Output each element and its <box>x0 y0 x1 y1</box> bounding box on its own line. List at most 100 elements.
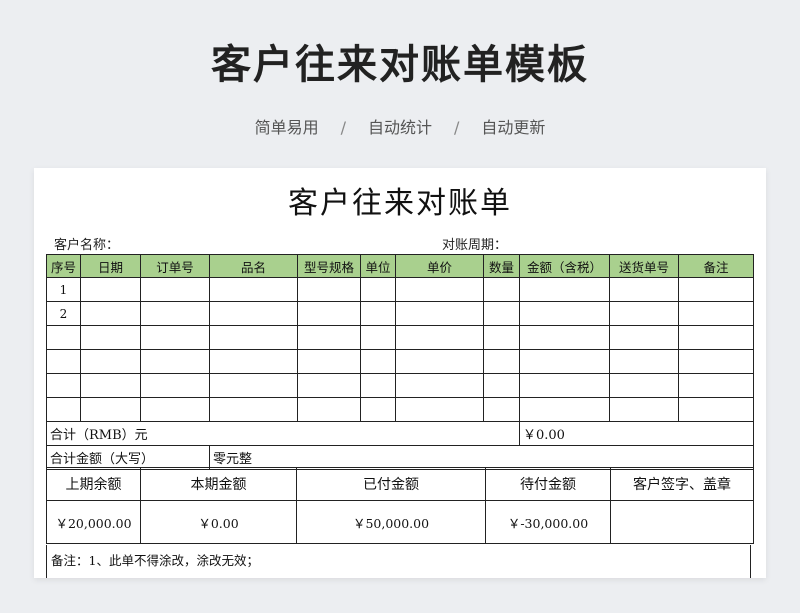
table-cell[interactable] <box>519 277 610 302</box>
table-cell[interactable] <box>80 277 141 302</box>
row-index-cell[interactable] <box>46 325 81 350</box>
table-cell[interactable] <box>678 325 754 350</box>
table-cell[interactable] <box>678 373 754 398</box>
table-cell[interactable] <box>140 325 210 350</box>
table-cell[interactable] <box>209 397 298 422</box>
customer-name-label: 客户名称： <box>54 238 120 253</box>
table-cell[interactable] <box>80 373 141 398</box>
table-cell[interactable] <box>297 301 361 326</box>
words-value[interactable]: 零元整 <box>209 445 754 470</box>
table-cell[interactable] <box>140 373 210 398</box>
current-amount-value[interactable]: ￥0.00 <box>140 500 297 544</box>
tag-separator: / <box>454 118 460 137</box>
row-index-cell[interactable] <box>46 373 81 398</box>
table-cell[interactable] <box>395 277 484 302</box>
banner-tagline: 简单易用 / 自动统计 / 自动更新 <box>0 114 800 138</box>
table-cell[interactable] <box>209 325 298 350</box>
table-cell[interactable] <box>483 397 520 422</box>
period-label: 对账周期： <box>442 238 508 253</box>
table-cell[interactable] <box>360 325 396 350</box>
table-cell[interactable] <box>519 373 610 398</box>
customer-signature-cell[interactable] <box>610 500 754 544</box>
table-cell[interactable] <box>140 349 210 374</box>
table-cell[interactable] <box>678 277 754 302</box>
table-cell[interactable] <box>209 301 298 326</box>
table-cell[interactable] <box>678 349 754 374</box>
table-cell[interactable] <box>360 397 396 422</box>
table-cell[interactable] <box>483 301 520 326</box>
table-cell[interactable] <box>609 277 679 302</box>
table-row: 1 <box>46 277 754 302</box>
table-cell[interactable] <box>609 325 679 350</box>
table-cell[interactable] <box>297 325 361 350</box>
table-cell[interactable] <box>395 301 484 326</box>
row-index-cell[interactable]: 1 <box>46 277 81 302</box>
table-row: 2 <box>46 301 754 326</box>
col-header: 单位 <box>360 254 396 278</box>
table-cell[interactable] <box>519 349 610 374</box>
tag-separator: / <box>340 118 346 137</box>
table-cell[interactable] <box>209 373 298 398</box>
col-header: 日期 <box>80 254 141 278</box>
table-cell[interactable] <box>483 325 520 350</box>
table-cell[interactable] <box>395 397 484 422</box>
summary-value-row: ￥20,000.00 ￥0.00 ￥50,000.00 ￥-30,000.00 <box>46 500 754 544</box>
table-cell[interactable] <box>395 325 484 350</box>
table-cell[interactable] <box>483 349 520 374</box>
col-header: 单价 <box>395 254 484 278</box>
table-cell[interactable] <box>297 373 361 398</box>
banner-title: 客户往来对账单模板 <box>211 42 589 88</box>
table-cell[interactable] <box>297 349 361 374</box>
table-cell[interactable] <box>297 397 361 422</box>
document-title: 客户往来对账单 <box>288 186 512 221</box>
table-cell[interactable] <box>80 325 141 350</box>
table-cell[interactable] <box>483 277 520 302</box>
table-cell[interactable] <box>360 373 396 398</box>
table-cell[interactable] <box>80 301 141 326</box>
table-cell[interactable] <box>609 349 679 374</box>
previous-balance-value[interactable]: ￥20,000.00 <box>46 500 141 544</box>
table-cell[interactable] <box>519 325 610 350</box>
remarks-note: 备注：1、此单不得涂改，涂改无效； <box>46 545 751 578</box>
summary-header-row: 上期余额 本期金额 已付金额 待付金额 客户签字、盖章 <box>46 467 754 501</box>
row-index-cell[interactable] <box>46 349 81 374</box>
table-cell[interactable] <box>483 373 520 398</box>
tag-easy: 简单易用 <box>254 118 319 137</box>
tag-auto-stats: 自动统计 <box>367 118 432 137</box>
table-cell[interactable] <box>360 301 396 326</box>
summary-header: 待付金额 <box>485 467 611 501</box>
col-header: 型号规格 <box>297 254 361 278</box>
table-cell[interactable] <box>360 277 396 302</box>
row-index-cell[interactable] <box>46 397 81 422</box>
col-header: 备注 <box>678 254 754 278</box>
paid-amount-value[interactable]: ￥50,000.00 <box>296 500 486 544</box>
table-cell[interactable] <box>360 349 396 374</box>
tag-auto-update: 自动更新 <box>481 118 546 137</box>
table-cell[interactable] <box>395 349 484 374</box>
table-cell[interactable] <box>678 397 754 422</box>
col-header: 订单号 <box>140 254 210 278</box>
col-header: 送货单号 <box>609 254 679 278</box>
words-row: 合计金额（大写） 零元整 <box>46 445 754 470</box>
pending-amount-value[interactable]: ￥-30,000.00 <box>485 500 611 544</box>
summary-header: 上期余额 <box>46 467 141 501</box>
table-cell[interactable] <box>519 397 610 422</box>
table-cell[interactable] <box>80 397 141 422</box>
table-row <box>46 397 754 422</box>
table-cell[interactable] <box>80 349 141 374</box>
table-cell[interactable] <box>140 301 210 326</box>
row-index-cell[interactable]: 2 <box>46 301 81 326</box>
total-row: 合计（RMB）元 ￥0.00 <box>46 421 754 446</box>
table-cell[interactable] <box>395 373 484 398</box>
table-cell[interactable] <box>140 397 210 422</box>
table-cell[interactable] <box>209 349 298 374</box>
table-cell[interactable] <box>519 301 610 326</box>
table-cell[interactable] <box>209 277 298 302</box>
table-cell[interactable] <box>609 397 679 422</box>
table-cell[interactable] <box>297 277 361 302</box>
table-cell[interactable] <box>678 301 754 326</box>
table-cell[interactable] <box>609 373 679 398</box>
total-value[interactable]: ￥0.00 <box>519 421 754 446</box>
table-cell[interactable] <box>609 301 679 326</box>
table-cell[interactable] <box>140 277 210 302</box>
